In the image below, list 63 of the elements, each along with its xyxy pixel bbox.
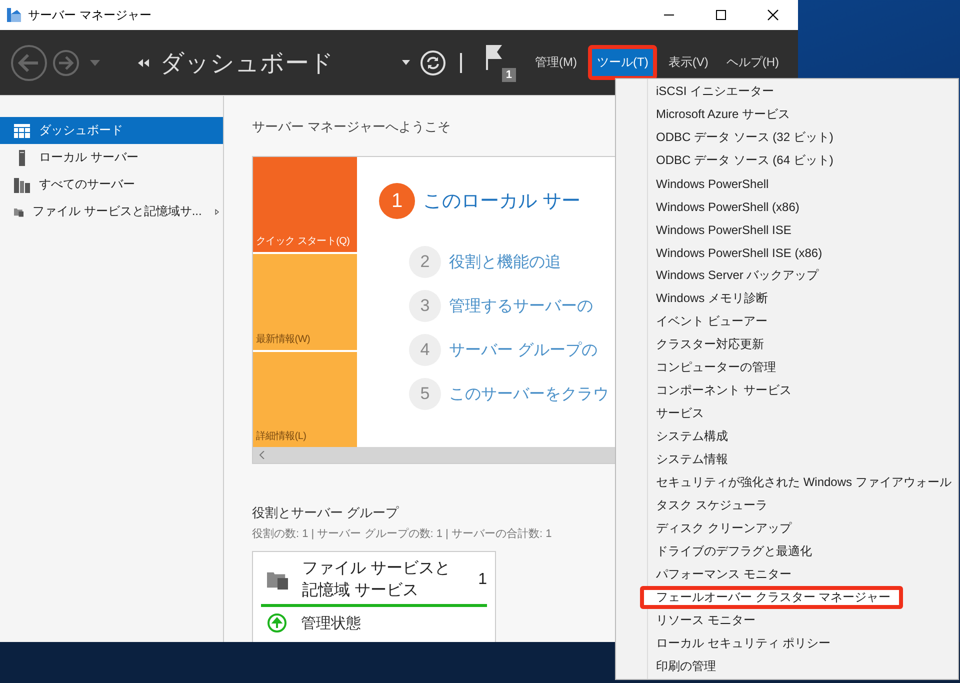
menu-item[interactable]: コンポーネント サービス [646, 379, 952, 402]
menu-item[interactable]: ツール(T) [588, 45, 658, 80]
menu-item[interactable]: Windows PowerShell (x86) [646, 195, 952, 218]
servers-icon [14, 176, 30, 192]
section-heading: 役割とサーバー グループ [252, 504, 399, 522]
status-label: 管理状態 [301, 614, 361, 632]
menu-item[interactable]: Windows PowerShell ISE (x86) [646, 241, 952, 264]
expand-arrow-icon[interactable] [214, 206, 219, 216]
menu-item[interactable]: Microsoft Azure サービス [646, 103, 952, 126]
server-manager-icon [6, 7, 22, 23]
scroll-left-icon[interactable] [259, 451, 265, 459]
breadcrumb-title: ダッシュボード [160, 48, 334, 78]
menu-item[interactable]: 表示(V) [661, 47, 716, 78]
sidebar-item[interactable]: すべてのサーバー [0, 171, 223, 198]
menu-item[interactable]: フェールオーバー クラスター マネージャー [640, 586, 903, 609]
window-title: サーバー マネージャー [28, 6, 152, 24]
step-number: 2 [409, 246, 441, 278]
menu-item[interactable]: 管理(M) [528, 47, 584, 78]
tile[interactable]: 最新情報(W) [253, 254, 357, 350]
sidebar-item[interactable]: ローカル サーバー [0, 144, 223, 171]
step-number: 5 [409, 378, 441, 410]
menu-item[interactable]: サービス [646, 402, 952, 425]
card-count: 1 [478, 571, 487, 589]
menu-item[interactable]: Windows PowerShell ISE [646, 218, 952, 241]
step-number: 4 [409, 334, 441, 366]
maximize-icon[interactable] [715, 9, 727, 21]
menu-item[interactable]: イベント ビューアー [646, 310, 952, 333]
folder-icon [267, 570, 288, 590]
sidebar-item[interactable]: ダッシュボード [0, 117, 223, 144]
menu-item[interactable]: パフォーマンス モニター [646, 563, 952, 586]
menu-item[interactable]: Windows メモリ診断 [646, 287, 952, 310]
grid-icon [14, 124, 30, 138]
sidebar-item[interactable]: ファイル サービスと記憶域サ... [0, 198, 223, 225]
summary-text: 役割の数: 1 | サーバー グループの数: 1 | サーバーの合計数: 1 [252, 526, 552, 541]
menu-item[interactable]: セキュリティが強化された Windows ファイアウォール [646, 471, 952, 494]
double-arrow-icon [138, 58, 150, 66]
menu-item[interactable]: iSCSI イニシエーター [646, 80, 952, 103]
menu-item[interactable]: タスク スケジューラ [646, 494, 952, 517]
menu-item[interactable]: Windows Server バックアップ [646, 264, 952, 287]
menu-item[interactable]: ドライブのデフラグと最適化 [646, 540, 952, 563]
refresh-icon[interactable] [420, 50, 446, 76]
step-number: 3 [409, 290, 441, 322]
step-number: 1 [379, 183, 415, 219]
menu-item[interactable]: コンピューターの管理 [646, 356, 952, 379]
menu-item[interactable]: ディスク クリーンアップ [646, 517, 952, 540]
flag-icon[interactable] [486, 44, 504, 70]
menu-item[interactable]: リソース モニター [646, 609, 952, 632]
menu-item[interactable]: Windows PowerShell [646, 172, 952, 195]
notification-badge: 1 [502, 68, 516, 82]
close-icon[interactable] [767, 9, 779, 21]
step-link[interactable]: このローカル サー [423, 188, 580, 214]
tile[interactable]: 詳細情報(L) [253, 352, 357, 447]
menu-item[interactable]: ローカル セキュリティ ポリシー [646, 632, 952, 655]
section-heading: サーバー マネージャーへようこそ [252, 118, 452, 136]
menu-item[interactable]: システム情報 [646, 448, 952, 471]
menu-item[interactable]: ヘルプ(H) [719, 47, 786, 78]
menu-item[interactable]: システム構成 [646, 425, 952, 448]
menu-item[interactable]: ODBC データ ソース (32 ビット) [646, 126, 952, 149]
menu-item[interactable]: 印刷の管理 [646, 655, 952, 678]
menu-item[interactable]: クラスター対応更新 [646, 333, 952, 356]
card-title: ファイル サービスと記憶域 サービス [302, 559, 452, 601]
caret-icon[interactable] [402, 60, 410, 65]
menu-item[interactable]: ODBC データ ソース (64 ビット) [646, 149, 952, 172]
